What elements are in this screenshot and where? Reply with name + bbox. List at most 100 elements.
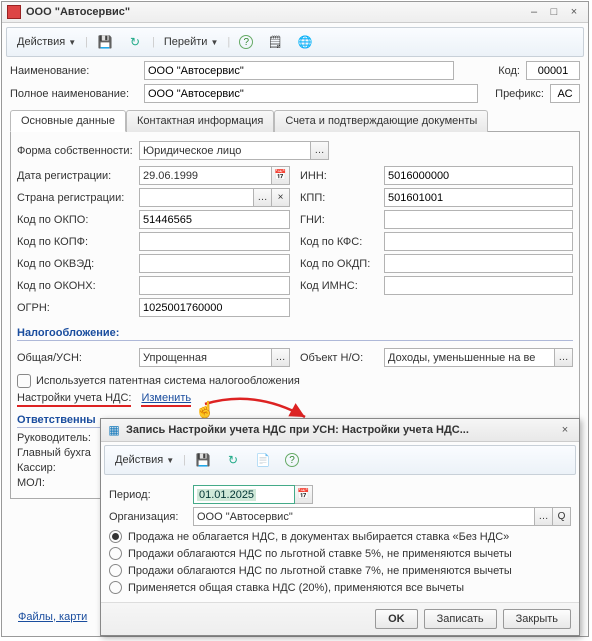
name-label: Наименование: [10, 65, 138, 77]
inn-input[interactable] [384, 166, 573, 185]
code-label: Код: [468, 65, 520, 77]
vat-option-1-label: Продажа не облагается НДС, в документах … [128, 531, 509, 543]
imns-input[interactable] [384, 276, 573, 295]
regdate-value: 29.06.1999 [143, 170, 198, 182]
general-usn-value: Упрощенная [143, 352, 207, 364]
regdate-calendar-button[interactable]: 📅 [272, 166, 290, 185]
org-label: Организация: [109, 511, 189, 523]
dialog-copy-icon[interactable]: 📄 [250, 449, 276, 471]
okopf-input[interactable] [139, 232, 290, 251]
chevron-down-icon: ▼ [68, 38, 76, 47]
book-icon[interactable]: 🗒 [262, 31, 288, 53]
dialog-close-button[interactable]: Закрыть [503, 609, 571, 629]
tax-object-value: Доходы, уменьшенные на ве [388, 352, 535, 364]
close-icon[interactable]: × [565, 5, 583, 19]
okved-input[interactable] [139, 254, 290, 273]
prefix-label: Префикс: [492, 88, 544, 100]
vat-settings-label: Настройки учета НДС: [17, 392, 131, 407]
save-icon[interactable]: 💾 [92, 31, 118, 53]
main-toolbar: Действия▼ | 💾 ↻ | Перейти▼ | ? 🗒 🌐 [6, 27, 584, 57]
inn-label: ИНН: [300, 170, 380, 182]
window-title: ООО "Автосервис" [26, 6, 525, 18]
dialog-refresh-icon[interactable]: ↻ [220, 449, 246, 471]
okpo-label: Код по ОКПО: [17, 214, 135, 226]
help-icon[interactable]: ? [234, 32, 258, 52]
org-input[interactable]: ООО "Автосервис" [193, 507, 535, 526]
titlebar: ООО "Автосервис" – □ × [2, 2, 588, 23]
dialog-title: Запись Настройки учета НДС при УСН: Наст… [126, 424, 556, 436]
dialog-ok-button[interactable]: OK [375, 609, 418, 629]
gni-label: ГНИ: [300, 214, 380, 226]
period-calendar-button[interactable]: 📅 [295, 485, 313, 504]
general-usn-input[interactable]: Упрощенная [139, 348, 272, 367]
okdp-input[interactable] [384, 254, 573, 273]
globe-icon[interactable]: 🌐 [292, 31, 318, 53]
maximize-icon[interactable]: □ [545, 5, 563, 19]
okonh-label: Код по ОКОНХ: [17, 280, 135, 292]
period-input[interactable]: 01.01.2025 [193, 485, 295, 504]
dialog-save-button[interactable]: Записать [424, 609, 497, 629]
dialog-save-icon[interactable]: 💾 [190, 449, 216, 471]
org-value: ООО "Автосервис" [197, 511, 293, 523]
regdate-label: Дата регистрации: [17, 170, 135, 182]
patent-label: Используется патентная система налогообл… [36, 375, 300, 387]
period-label: Период: [109, 489, 189, 501]
okved-label: Код по ОКВЭД: [17, 258, 135, 270]
general-usn-label: Общая/УСН: [17, 352, 135, 364]
ownership-select-button[interactable]: … [311, 141, 329, 160]
patent-checkbox[interactable] [17, 374, 31, 388]
country-select-button[interactable]: … [254, 188, 272, 207]
tabs: Основные данные Контактная информация Сч… [10, 109, 580, 132]
minimize-icon[interactable]: – [525, 5, 543, 19]
ogrn-input[interactable] [139, 298, 290, 317]
general-usn-select-button[interactable]: … [272, 348, 290, 367]
chevron-down-icon: ▼ [210, 38, 218, 47]
dialog-icon: ▦ [106, 422, 122, 438]
vat-option-4-radio[interactable] [109, 581, 122, 594]
kpp-label: КПП: [300, 192, 380, 204]
country-clear-button[interactable]: × [272, 188, 290, 207]
vat-option-2-radio[interactable] [109, 547, 122, 560]
ownership-value: Юридическое лицо [143, 145, 241, 157]
okonh-input[interactable] [139, 276, 290, 295]
kpp-input[interactable] [384, 188, 573, 207]
tab-contact[interactable]: Контактная информация [126, 110, 274, 132]
dialog-help-icon[interactable]: ? [280, 450, 304, 470]
tax-object-label: Объект Н/О: [300, 352, 380, 364]
fullname-label: Полное наименование: [10, 88, 138, 100]
regdate-input[interactable]: 29.06.1999 [139, 166, 272, 185]
vat-option-3-radio[interactable] [109, 564, 122, 577]
tab-accounts[interactable]: Счета и подтверждающие документы [274, 110, 488, 132]
okopf-label: Код по КОПФ: [17, 236, 135, 248]
org-select-button[interactable]: … [535, 507, 553, 526]
prefix-input[interactable] [550, 84, 580, 103]
tax-object-input[interactable]: Доходы, уменьшенные на ве [384, 348, 555, 367]
org-open-button[interactable]: Q [553, 507, 571, 526]
actions-menu[interactable]: Действия▼ [12, 33, 81, 51]
vat-option-4-label: Применяется общая ставка НДС (20%), прим… [128, 582, 464, 594]
dialog-close-icon[interactable]: × [556, 423, 574, 437]
tab-main[interactable]: Основные данные [10, 110, 126, 132]
refresh-icon[interactable]: ↻ [122, 31, 148, 53]
vat-option-1-radio[interactable] [109, 530, 122, 543]
name-input[interactable] [144, 61, 454, 80]
country-input[interactable] [139, 188, 254, 207]
files-link[interactable]: Файлы, карти [18, 611, 87, 623]
ownership-input[interactable]: Юридическое лицо [139, 141, 311, 160]
imns-label: Код ИМНС: [300, 280, 380, 292]
dialog-titlebar: ▦ Запись Настройки учета НДС при УСН: На… [101, 419, 579, 442]
dialog-actions-menu[interactable]: Действия▼ [110, 451, 179, 469]
chevron-down-icon: ▼ [166, 456, 174, 465]
vat-option-2-label: Продажи облагаются НДС по льготной ставк… [128, 548, 512, 560]
code-input[interactable] [526, 61, 580, 80]
tax-object-select-button[interactable]: … [555, 348, 573, 367]
gni-input[interactable] [384, 210, 573, 229]
change-vat-link[interactable]: Изменить [141, 392, 191, 407]
vat-settings-dialog: ▦ Запись Настройки учета НДС при УСН: На… [100, 418, 580, 636]
kfs-input[interactable] [384, 232, 573, 251]
fullname-input[interactable] [144, 84, 478, 103]
go-menu[interactable]: Перейти▼ [159, 33, 224, 51]
okpo-input[interactable] [139, 210, 290, 229]
actions-label: Действия [17, 36, 65, 48]
ownership-label: Форма собственности: [17, 145, 135, 157]
